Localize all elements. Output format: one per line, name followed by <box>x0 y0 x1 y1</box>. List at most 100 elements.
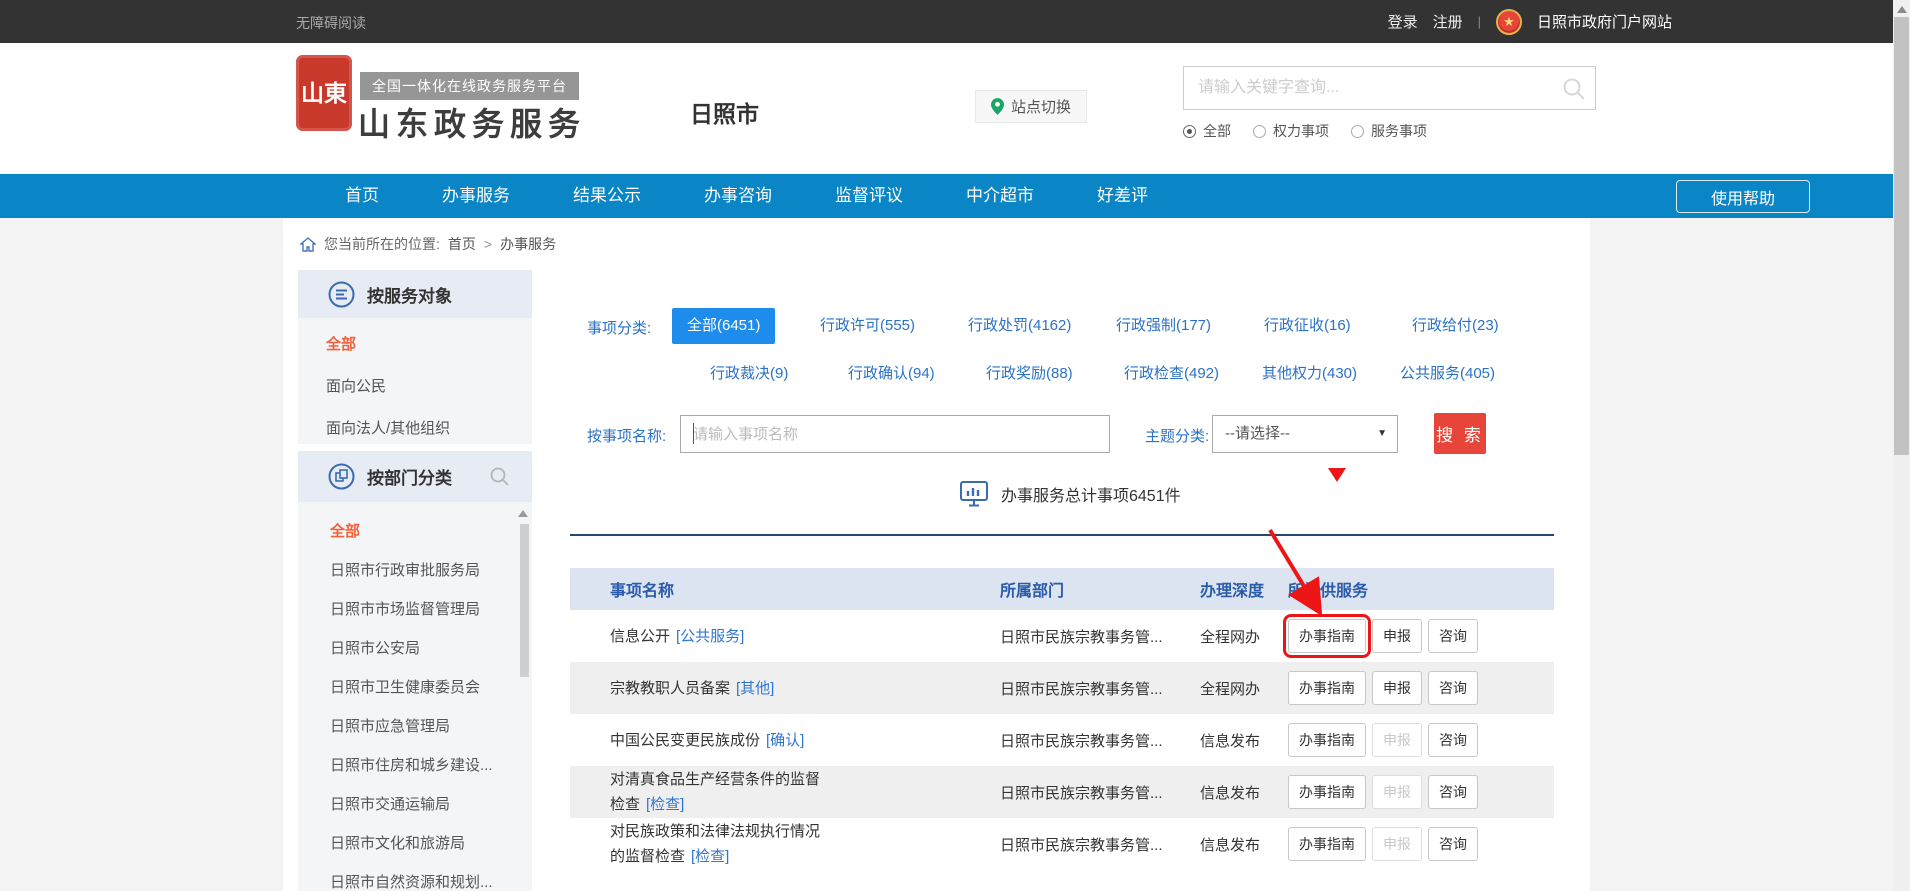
department-item-9[interactable]: 日照市自然资源和规划... <box>298 863 532 891</box>
nav-item-5[interactable]: 中介超市 <box>966 174 1034 218</box>
department-item-8[interactable]: 日照市文化和旅游局 <box>298 824 532 863</box>
guide-button[interactable]: 办事指南 <box>1288 775 1366 809</box>
department-item-6[interactable]: 日照市住房和城乡建设... <box>298 746 532 785</box>
category-chip[interactable]: 公共服务(405) <box>1400 356 1495 392</box>
category-chip[interactable]: 全部(6451) <box>672 308 775 344</box>
login-link[interactable]: 登录 <box>1388 11 1418 32</box>
category-chip[interactable]: 行政裁决(9) <box>710 356 788 392</box>
service-target-item-1[interactable]: 面向公民 <box>298 366 532 408</box>
radio-icon <box>1183 125 1196 138</box>
cell-services: 办事指南申报咨询 <box>1288 723 1554 757</box>
search-scope-option-2[interactable]: 服务事项 <box>1351 121 1427 141</box>
cell-depth: 全程网办 <box>1200 626 1288 647</box>
consult-button[interactable]: 咨询 <box>1428 775 1478 809</box>
cell-depth: 信息发布 <box>1200 782 1288 803</box>
guide-button[interactable]: 办事指南 <box>1288 619 1366 653</box>
item-type-tag[interactable]: [检查] <box>646 796 684 813</box>
search-button[interactable]: 搜 索 <box>1434 413 1486 454</box>
city-name: 日照市 <box>690 95 759 129</box>
category-chip[interactable]: 行政处罚(4162) <box>968 308 1071 344</box>
nav-item-4[interactable]: 监督评议 <box>835 174 903 218</box>
search-icon[interactable] <box>1561 76 1587 102</box>
search-scope-option-1[interactable]: 权力事项 <box>1253 121 1329 141</box>
table-body: 信息公开[公共服务]日照市民族宗教事务管...全程网办办事指南申报咨询宗教教职人… <box>570 610 1554 870</box>
service-target-item-2[interactable]: 面向法人/其他组织 <box>298 408 532 450</box>
service-target-list: 全部面向公民面向法人/其他组织 <box>298 318 532 444</box>
item-type-tag[interactable]: [其他] <box>736 680 774 697</box>
category-chip[interactable]: 行政确认(94) <box>848 356 935 392</box>
topic-select[interactable]: --请选择-- ▼ <box>1212 415 1398 453</box>
breadcrumb-current[interactable]: 办事服务 <box>500 234 556 254</box>
department-item-7[interactable]: 日照市交通运输局 <box>298 785 532 824</box>
page-scrollbar-thumb[interactable] <box>1894 17 1909 455</box>
service-target-item-0[interactable]: 全部 <box>298 324 532 366</box>
shandong-seal-logo: 山東 <box>296 55 352 131</box>
department-item-2[interactable]: 日照市市场监督管理局 <box>298 590 532 629</box>
keyword-search-input[interactable] <box>1184 67 1595 109</box>
topbar: 无障碍阅读 登录 注册 | ★ 日照市政府门户网站 <box>0 0 1910 43</box>
nav-item-2[interactable]: 结果公示 <box>573 174 641 218</box>
nav-item-3[interactable]: 办事咨询 <box>704 174 772 218</box>
apply-button[interactable]: 申报 <box>1372 619 1422 653</box>
guide-button[interactable]: 办事指南 <box>1288 827 1366 861</box>
item-name-input[interactable] <box>680 415 1110 453</box>
register-link[interactable]: 注册 <box>1433 11 1463 32</box>
cell-department: 日照市民族宗教事务管... <box>1000 626 1200 647</box>
site-switch-button[interactable]: 站点切换 <box>975 90 1087 123</box>
consult-button[interactable]: 咨询 <box>1428 827 1478 861</box>
sidebar-scrollbar-thumb[interactable] <box>520 524 529 677</box>
platform-label: 全国一体化在线政务服务平台 <box>360 72 579 100</box>
department-item-1[interactable]: 日照市行政审批服务局 <box>298 551 532 590</box>
department-icon <box>328 463 355 490</box>
scrollbar-up-icon[interactable] <box>1897 6 1907 13</box>
category-chip[interactable]: 其他权力(430) <box>1262 356 1357 392</box>
radio-label: 服务事项 <box>1371 121 1427 141</box>
apply-button[interactable]: 申报 <box>1372 671 1422 705</box>
help-button[interactable]: 使用帮助 <box>1676 180 1810 213</box>
consult-button[interactable]: 咨询 <box>1428 619 1478 653</box>
nav-item-6[interactable]: 好差评 <box>1097 174 1148 218</box>
category-chip[interactable]: 行政征收(16) <box>1264 308 1351 344</box>
col-header-department: 所属部门 <box>1000 577 1200 601</box>
portal-link[interactable]: 日照市政府门户网站 <box>1537 11 1672 32</box>
guide-button[interactable]: 办事指南 <box>1288 671 1366 705</box>
nav-items: 首页 办事服务 结果公示 办事咨询 监督评议 中介超市 好差评 <box>345 174 1148 218</box>
guide-button[interactable]: 办事指南 <box>1288 723 1366 757</box>
consult-button[interactable]: 咨询 <box>1428 671 1478 705</box>
accessibility-link[interactable]: 无障碍阅读 <box>296 13 366 33</box>
cell-department: 日照市民族宗教事务管... <box>1000 678 1200 699</box>
topic-select-value: --请选择-- <box>1225 425 1290 442</box>
department-item-5[interactable]: 日照市应急管理局 <box>298 707 532 746</box>
category-chip[interactable]: 行政强制(177) <box>1116 308 1211 344</box>
department-item-0[interactable]: 全部 <box>298 512 532 551</box>
nav-item-1[interactable]: 办事服务 <box>442 174 510 218</box>
apply-button: 申报 <box>1372 723 1422 757</box>
item-type-tag[interactable]: [公共服务] <box>676 628 744 645</box>
item-type-tag[interactable]: [确认] <box>766 732 804 749</box>
main-panel: 事项分类: 全部(6451)行政许可(555)行政处罚(4162)行政强制(17… <box>570 270 1560 891</box>
search-scope-option-0[interactable]: 全部 <box>1183 121 1231 141</box>
category-chip[interactable]: 行政奖励(88) <box>986 356 1073 392</box>
service-target-title: 按服务对象 <box>367 282 452 307</box>
item-name: 中国公民变更民族成份 <box>610 732 760 749</box>
category-chip[interactable]: 行政检查(492) <box>1124 356 1219 392</box>
page-scrollbar[interactable] <box>1893 0 1910 891</box>
category-chip[interactable]: 行政给付(23) <box>1412 308 1499 344</box>
content-wrapper: 您当前所在的位置: 首页 > 办事服务 按服务对象 全部面向公民面向法人/其他组… <box>283 218 1590 891</box>
department-item-4[interactable]: 日照市卫生健康委员会 <box>298 668 532 707</box>
sidebar-scroll-up-icon[interactable] <box>518 510 528 517</box>
category-chip[interactable]: 行政许可(555) <box>820 308 915 344</box>
department-search-icon[interactable] <box>489 466 510 487</box>
department-item-3[interactable]: 日照市公安局 <box>298 629 532 668</box>
cell-depth: 全程网办 <box>1200 678 1288 699</box>
apply-button: 申报 <box>1372 827 1422 861</box>
col-header-name: 事项名称 <box>570 577 1000 601</box>
cell-depth: 信息发布 <box>1200 730 1288 751</box>
breadcrumb-home[interactable]: 首页 <box>448 234 476 254</box>
consult-button[interactable]: 咨询 <box>1428 723 1478 757</box>
item-name: 信息公开 <box>610 628 670 645</box>
cell-item-name: 中国公民变更民族成份 [确认] <box>570 728 1000 753</box>
nav-item-0[interactable]: 首页 <box>345 174 379 218</box>
table-row: 对清真食品生产经营条件的监督检查[检查]日照市民族宗教事务管...信息发布办事指… <box>570 766 1554 818</box>
item-type-tag[interactable]: [检查] <box>691 848 729 865</box>
